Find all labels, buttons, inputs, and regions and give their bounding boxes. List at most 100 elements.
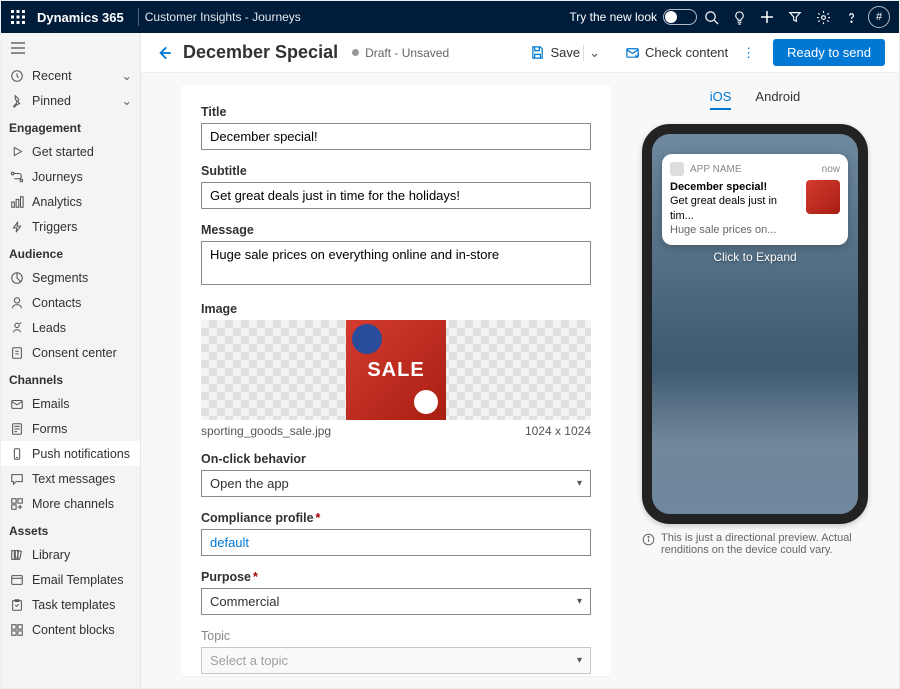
search-icon[interactable] (697, 3, 725, 31)
clock-icon (9, 68, 25, 84)
sidebar-label: Emails (32, 397, 70, 411)
sidebar-item-text-messages[interactable]: Text messages (1, 466, 140, 491)
trigger-icon (9, 219, 25, 235)
editor-form: Title Subtitle Message Image SALE (181, 85, 611, 676)
sidebar-label: Segments (32, 271, 88, 285)
sidebar-item-library[interactable]: Library (1, 542, 140, 567)
device-frame: APP NAME now December special! Get great… (642, 124, 868, 524)
back-button[interactable] (155, 44, 173, 62)
analytics-icon (9, 194, 25, 210)
topbar-divider (138, 8, 139, 26)
help-icon[interactable] (837, 3, 865, 31)
purpose-select[interactable]: Commercial ▾ (201, 588, 591, 615)
more-channels-icon (9, 496, 25, 512)
sidebar-item-contacts[interactable]: Contacts (1, 290, 140, 315)
sidebar-item-content-blocks[interactable]: Content blocks (1, 617, 140, 642)
chevron-down-icon: ▾ (577, 478, 582, 489)
nav-sidebar: Recent ⌄ Pinned ⌄ Engagement Get started… (1, 33, 141, 688)
sidebar-item-get-started[interactable]: Get started (1, 139, 140, 164)
tab-android[interactable]: Android (755, 85, 800, 110)
leads-icon (9, 320, 25, 336)
filter-icon[interactable] (781, 3, 809, 31)
sidebar-item-recent[interactable]: Recent ⌄ (1, 63, 140, 88)
sidebar-item-pinned[interactable]: Pinned ⌄ (1, 88, 140, 113)
image-preview-box[interactable]: SALE (201, 320, 591, 420)
library-icon (9, 547, 25, 563)
save-label: Save (551, 45, 581, 60)
lightbulb-icon[interactable] (725, 3, 753, 31)
try-new-look-toggle[interactable] (663, 9, 697, 25)
preview-subtitle: Get great deals just in tim... (670, 194, 800, 223)
on-click-label: On-click behavior (201, 452, 591, 466)
subtitle-input[interactable] (201, 182, 591, 209)
chevron-down-icon: ▾ (577, 596, 582, 607)
consent-icon (9, 345, 25, 361)
check-content-icon (624, 45, 640, 61)
contact-icon (9, 295, 25, 311)
sidebar-item-analytics[interactable]: Analytics (1, 189, 140, 214)
sidebar-label: Analytics (32, 195, 82, 209)
account-avatar[interactable]: # (865, 3, 893, 31)
save-button[interactable]: Save ⌄ (524, 41, 607, 65)
chevron-down-icon: ⌄ (122, 93, 132, 108)
sidebar-label: Consent center (32, 346, 117, 360)
journey-icon (9, 169, 25, 185)
sidebar-item-segments[interactable]: Segments (1, 265, 140, 290)
message-textarea[interactable] (201, 241, 591, 285)
topic-label: Topic (201, 629, 591, 643)
add-icon[interactable] (753, 3, 781, 31)
sidebar-item-more-channels[interactable]: More channels (1, 491, 140, 516)
sidebar-label: Recent (32, 69, 72, 83)
app-launcher-icon[interactable] (7, 6, 29, 28)
sidebar-item-forms[interactable]: Forms (1, 416, 140, 441)
sidebar-item-consent-center[interactable]: Consent center (1, 340, 140, 365)
compliance-value: default (210, 535, 249, 550)
push-icon (9, 446, 25, 462)
tab-ios[interactable]: iOS (710, 85, 732, 110)
global-topbar: Dynamics 365 Customer Insights - Journey… (1, 1, 899, 33)
title-input[interactable] (201, 123, 591, 150)
sidebar-item-task-templates[interactable]: Task templates (1, 592, 140, 617)
sidebar-item-email-templates[interactable]: Email Templates (1, 567, 140, 592)
save-split-chevron-icon[interactable]: ⌄ (583, 45, 600, 61)
sidebar-label: Contacts (32, 296, 81, 310)
sidebar-label: Get started (32, 145, 94, 159)
settings-icon[interactable] (809, 3, 837, 31)
image-dimensions: 1024 x 1024 (525, 424, 591, 438)
info-icon (642, 533, 655, 546)
sidebar-label: Library (32, 548, 70, 562)
status-dot (352, 49, 359, 56)
sidebar-heading-engagement: Engagement (1, 113, 140, 139)
forms-icon (9, 421, 25, 437)
topic-placeholder: Select a topic (210, 653, 288, 668)
email-icon (9, 396, 25, 412)
pin-icon (9, 93, 25, 109)
compliance-select[interactable]: default (201, 529, 591, 556)
on-click-value: Open the app (210, 476, 289, 491)
sidebar-heading-channels: Channels (1, 365, 140, 391)
play-icon (9, 144, 25, 160)
sidebar-item-emails[interactable]: Emails (1, 391, 140, 416)
more-actions-icon[interactable]: ⋮ (734, 41, 763, 65)
purpose-value: Commercial (210, 594, 279, 609)
content-blocks-icon (9, 622, 25, 638)
sidebar-item-journeys[interactable]: Journeys (1, 164, 140, 189)
on-click-select[interactable]: Open the app ▾ (201, 470, 591, 497)
sidebar-item-leads[interactable]: Leads (1, 315, 140, 340)
sidebar-label: Text messages (32, 472, 115, 486)
click-to-expand-label[interactable]: Click to Expand (652, 250, 858, 264)
collapse-sidebar-icon[interactable] (1, 33, 140, 63)
device-tabs: iOS Android (710, 85, 800, 110)
sidebar-label: Email Templates (32, 573, 123, 587)
message-label: Message (201, 223, 591, 237)
check-content-button[interactable]: Check content (618, 41, 734, 65)
sidebar-item-push-notifications[interactable]: Push notifications (1, 441, 140, 466)
compliance-label: Compliance profile* (201, 511, 591, 525)
sidebar-label: Task templates (32, 598, 115, 612)
sidebar-heading-assets: Assets (1, 516, 140, 542)
command-bar: December Special Draft - Unsaved Save ⌄ … (141, 33, 899, 73)
ready-to-send-button[interactable]: Ready to send (773, 39, 885, 66)
sidebar-item-triggers[interactable]: Triggers (1, 214, 140, 239)
sms-icon (9, 471, 25, 487)
page-title: December Special (183, 42, 338, 63)
